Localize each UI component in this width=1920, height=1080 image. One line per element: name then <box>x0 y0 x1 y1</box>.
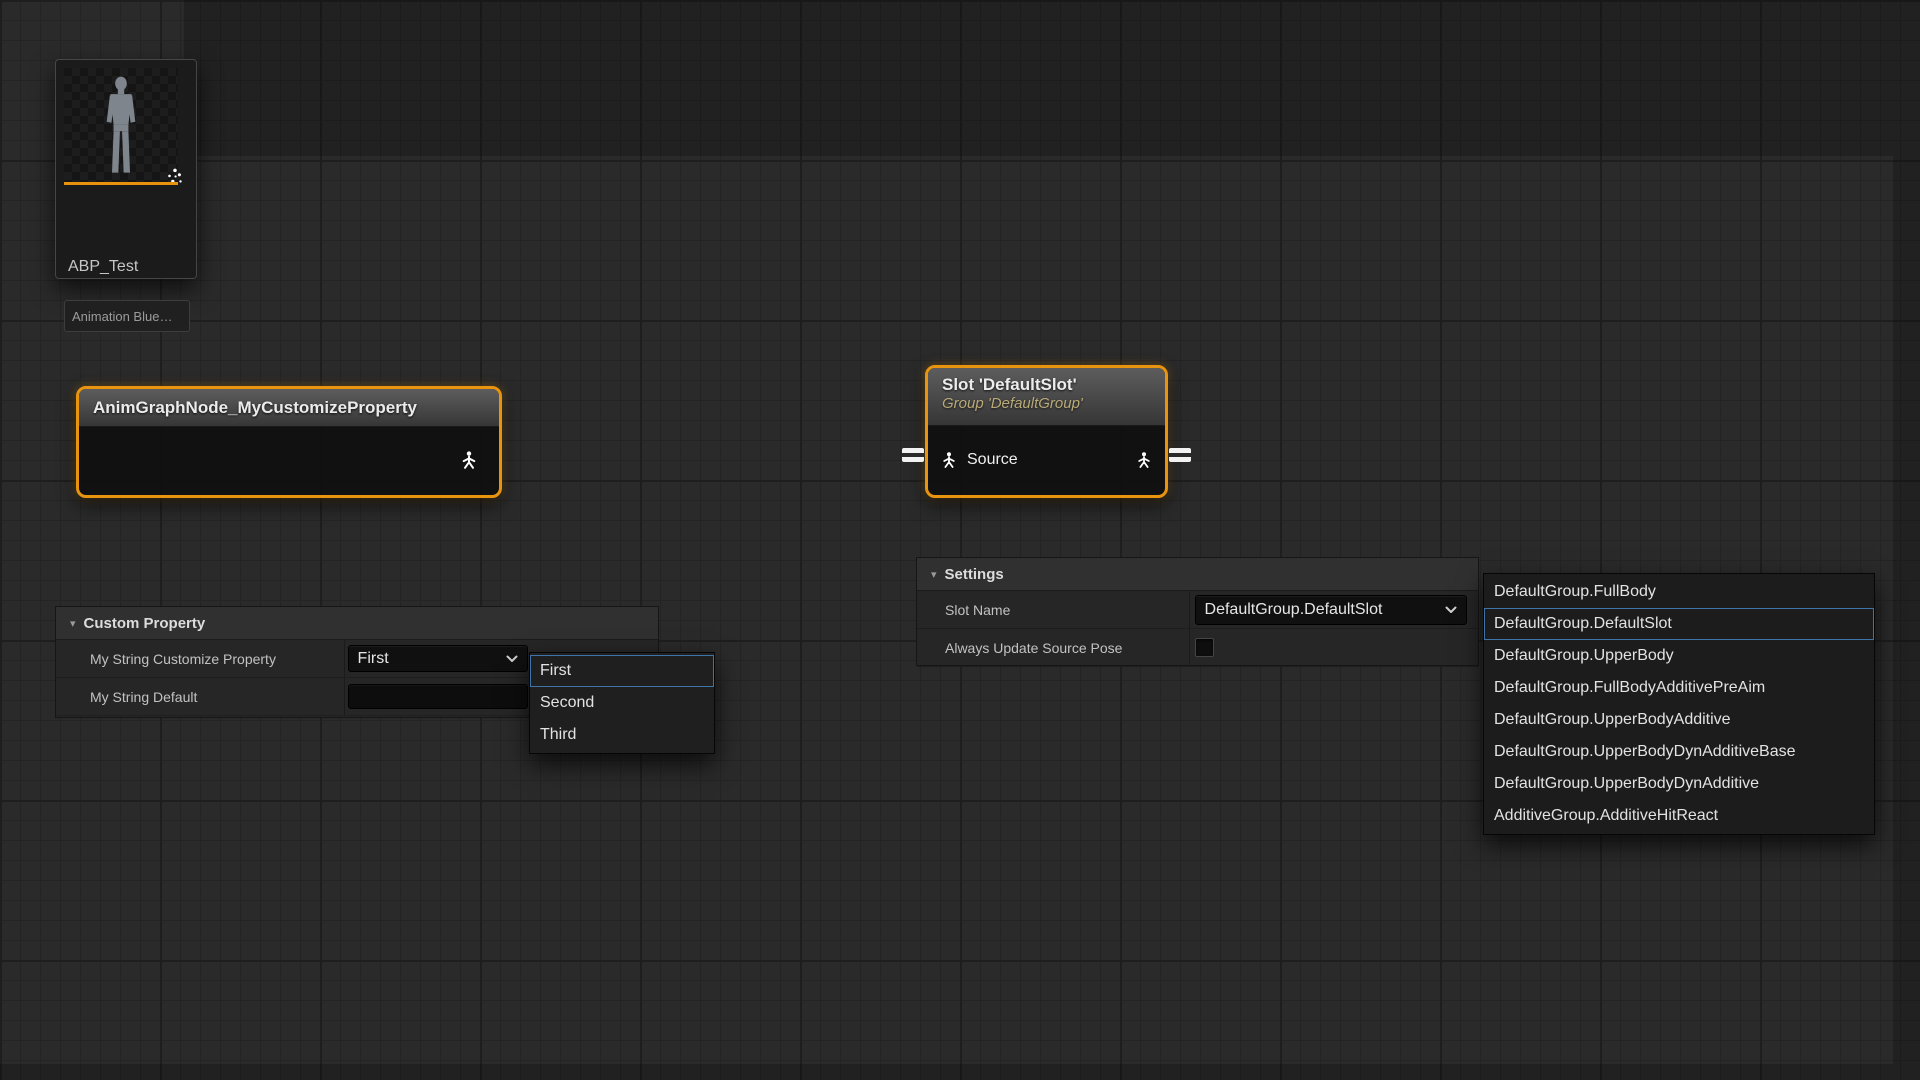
dropdown-option[interactable]: DefaultGroup.UpperBodyAdditive <box>1484 704 1874 736</box>
top-panel-shade <box>184 0 1920 156</box>
node-animgraph-customize-property[interactable]: AnimGraphNode_MyCustomizeProperty <box>76 386 502 498</box>
chevron-down-icon <box>1445 606 1457 614</box>
dropdown-selected-value: First <box>358 650 389 668</box>
dropdown-option[interactable]: First <box>530 655 714 687</box>
property-value-cell: DefaultGroup.DefaultSlot <box>1189 591 1478 628</box>
chevron-down-icon <box>506 655 518 663</box>
always-update-source-pose-checkbox[interactable] <box>1195 638 1214 657</box>
node-header[interactable]: AnimGraphNode_MyCustomizeProperty <box>79 389 499 427</box>
dropdown-option[interactable]: Second <box>530 687 714 719</box>
asset-drag-preview-card[interactable]: ABP_Test Animation Blue… <box>55 59 197 279</box>
category-title: Custom Property <box>84 615 206 632</box>
dropdown-option[interactable]: DefaultGroup.UpperBody <box>1484 640 1874 672</box>
source-pin-label: Source <box>967 451 1018 469</box>
pose-output-pin[interactable] <box>1135 450 1153 470</box>
node-body <box>79 427 499 494</box>
node-subtitle: Group 'DefaultGroup' <box>942 395 1151 412</box>
property-row: Always Update Source Pose <box>917 629 1478 667</box>
asset-type-box: Animation Blue… <box>64 300 190 332</box>
string-customize-dropdown[interactable]: First <box>348 645 528 672</box>
slot-name-dropdown[interactable]: DefaultGroup.DefaultSlot <box>1195 595 1467 625</box>
pose-pin-icon[interactable] <box>459 449 479 471</box>
dropdown-option[interactable]: DefaultGroup.UpperBodyDynAdditive <box>1484 768 1874 800</box>
string-default-input[interactable] <box>348 684 528 709</box>
asset-type-label: Animation Blue… <box>72 309 172 324</box>
dropdown-option[interactable]: Third <box>530 719 714 751</box>
property-label: Always Update Source Pose <box>917 640 1189 656</box>
property-label: My String Default <box>56 689 344 705</box>
node-slot-defaultslot[interactable]: Slot 'DefaultSlot' Group 'DefaultGroup' … <box>925 365 1168 498</box>
node-header[interactable]: Slot 'DefaultSlot' Group 'DefaultGroup' <box>928 368 1165 426</box>
pose-pin-icon <box>1135 450 1153 470</box>
property-row: Slot Name DefaultGroup.DefaultSlot <box>917 591 1478 629</box>
source-input-pin[interactable]: Source <box>940 450 1018 470</box>
dropdown-option[interactable]: DefaultGroup.FullBody <box>1484 576 1874 608</box>
asset-title: ABP_Test <box>68 258 138 276</box>
dropdown-option[interactable]: DefaultGroup.DefaultSlot <box>1484 608 1874 640</box>
pose-pin-icon <box>940 450 958 470</box>
slot-name-dropdown-popup: DefaultGroup.FullBody DefaultGroup.Defau… <box>1483 573 1875 835</box>
input-wire-stub[interactable] <box>902 448 924 462</box>
property-label: Slot Name <box>917 602 1189 618</box>
asset-thumbnail <box>64 68 178 182</box>
bottom-panel-shade <box>0 1064 1920 1080</box>
node-title: Slot 'DefaultSlot' <box>942 375 1151 395</box>
collapse-arrow-icon[interactable]: ▾ <box>931 568 937 581</box>
string-dropdown-popup: First Second Third <box>529 652 715 754</box>
dropdown-option[interactable]: DefaultGroup.FullBodyAdditivePreAim <box>1484 672 1874 704</box>
output-wire-stub[interactable] <box>1169 448 1191 462</box>
dropdown-option[interactable]: AdditiveGroup.AdditiveHitReact <box>1484 800 1874 832</box>
collapse-arrow-icon[interactable]: ▾ <box>70 617 76 630</box>
property-value-cell <box>1189 629 1478 666</box>
node-title: AnimGraphNode_MyCustomizeProperty <box>93 398 417 418</box>
settings-category-header[interactable]: ▾ Settings <box>917 558 1478 591</box>
dropdown-option[interactable]: DefaultGroup.UpperBodyDynAdditiveBase <box>1484 736 1874 768</box>
custom-property-category-header[interactable]: ▾ Custom Property <box>56 607 658 640</box>
right-panel-shade <box>1893 156 1920 1064</box>
mannequin-silhouette-icon <box>88 74 154 180</box>
category-title: Settings <box>945 566 1004 583</box>
settings-panel: ▾ Settings Slot Name DefaultGroup.Defaul… <box>916 557 1479 666</box>
property-label: My String Customize Property <box>56 651 344 667</box>
node-body: Source <box>928 426 1165 494</box>
asset-type-color-bar <box>64 182 178 185</box>
dropdown-selected-value: DefaultGroup.DefaultSlot <box>1205 601 1383 619</box>
blueprint-graph-canvas[interactable]: ABP_Test Animation Blue… AnimGraphNode_M… <box>0 0 1920 1080</box>
